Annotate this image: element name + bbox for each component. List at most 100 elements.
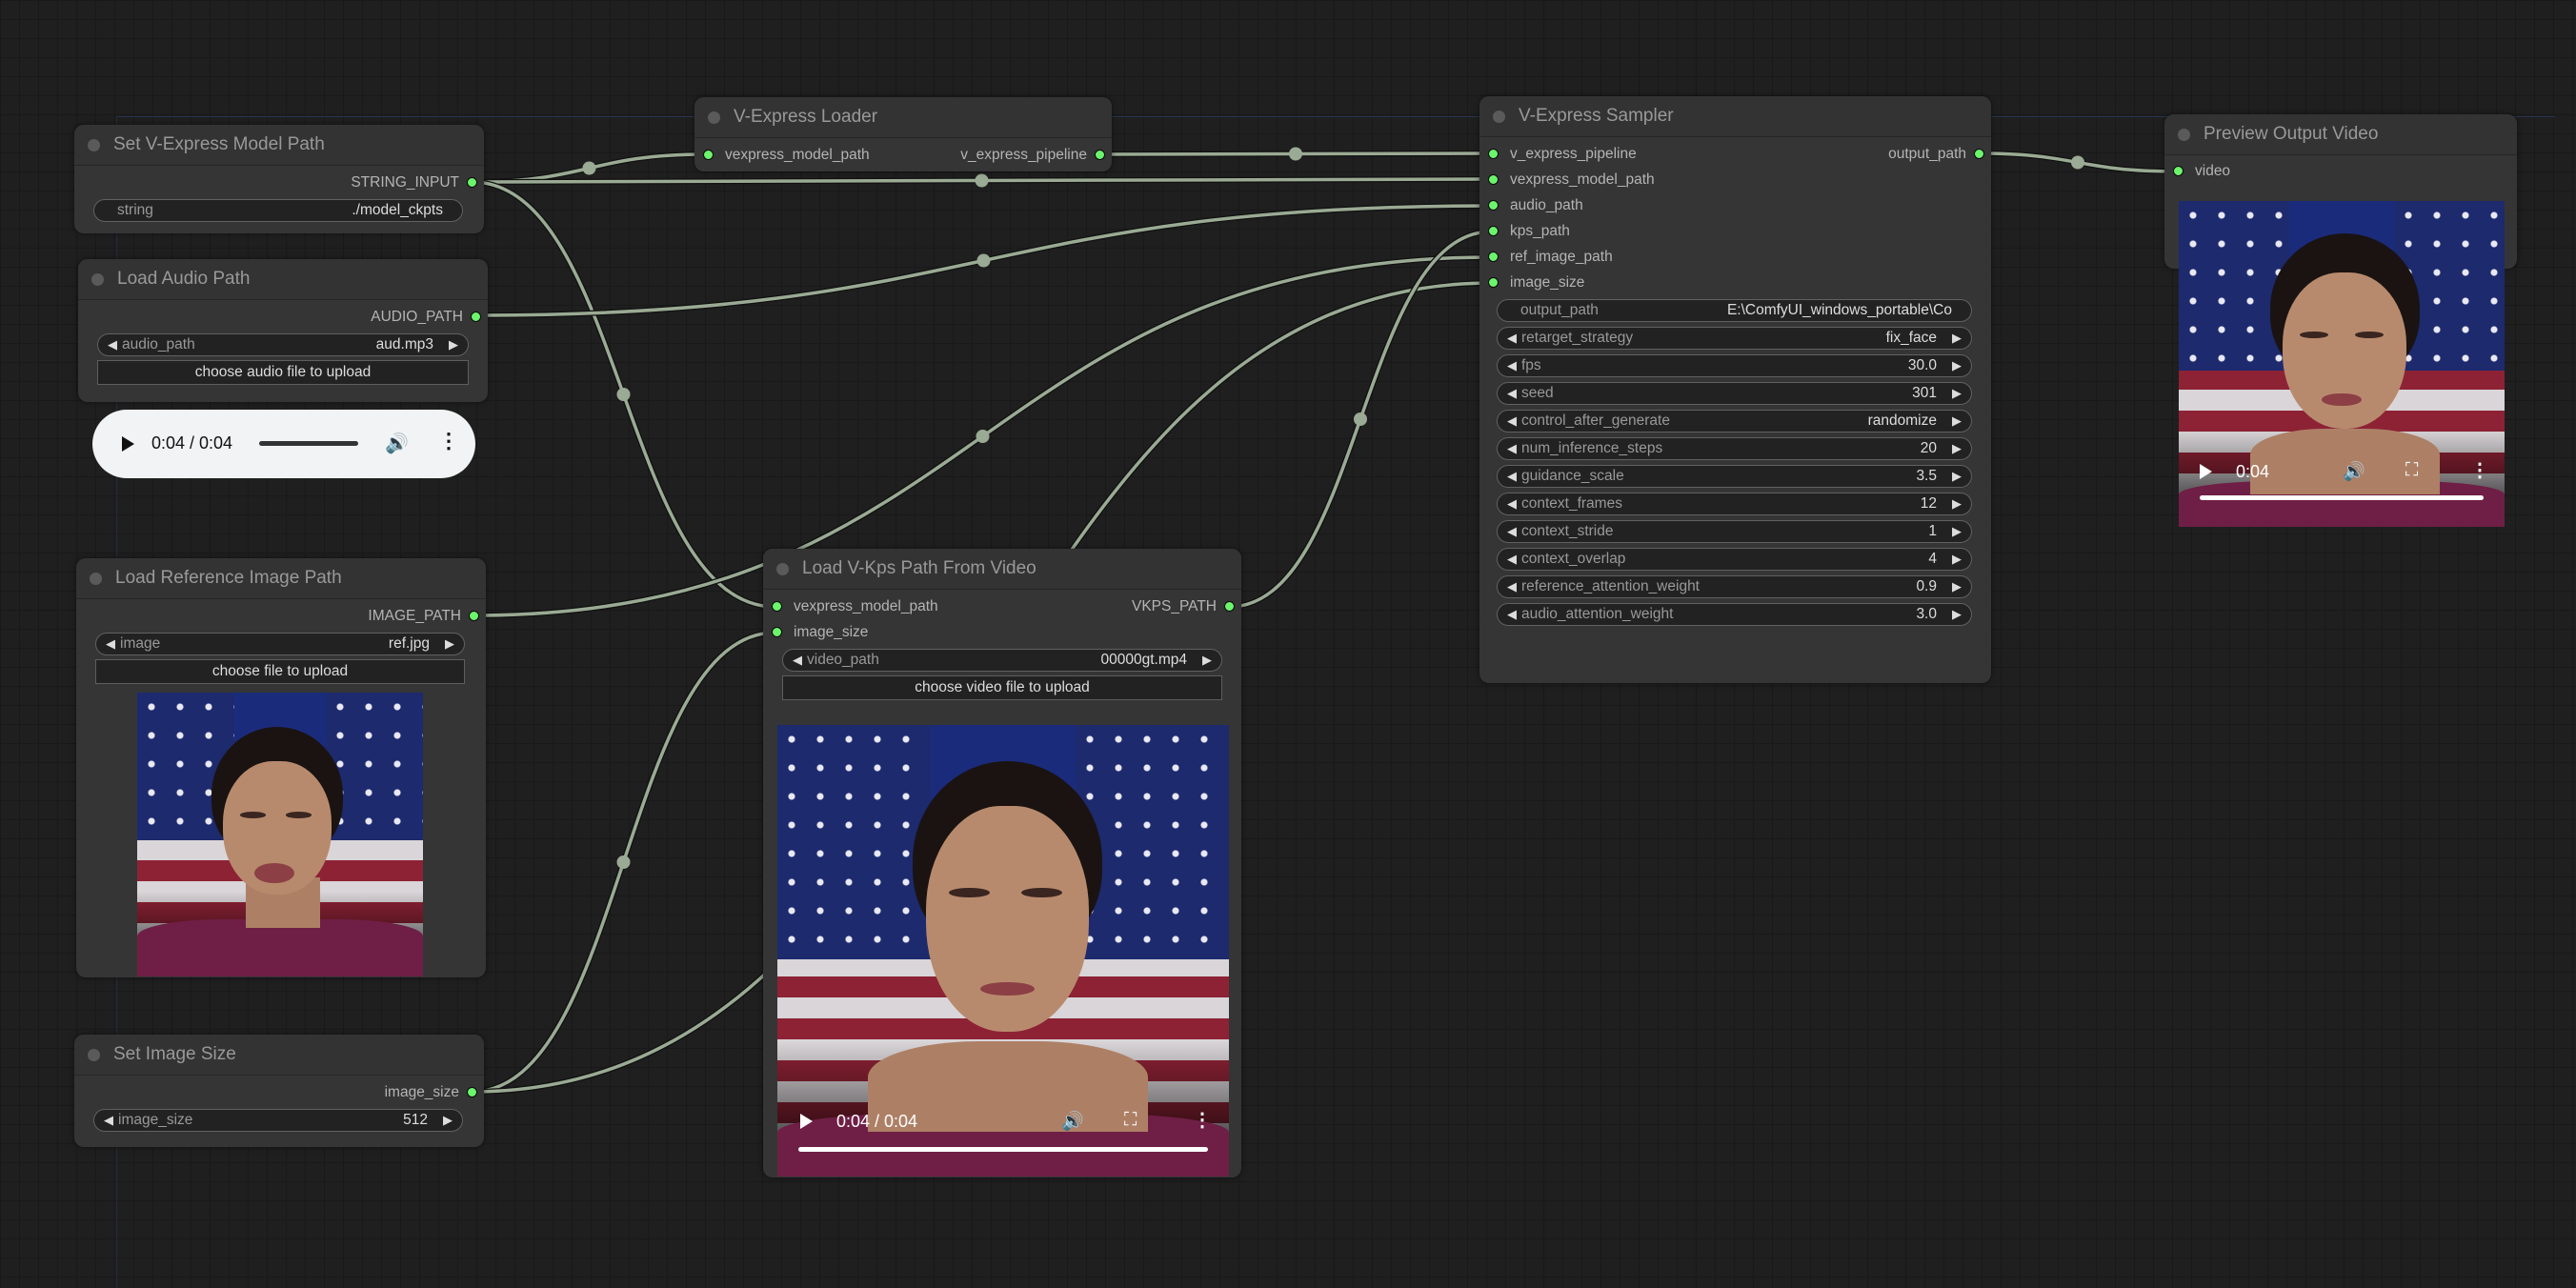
node-title-bar[interactable]: Load Reference Image Path xyxy=(76,558,486,599)
widget-context-stride[interactable]: ◀ context_stride 1 ▶ xyxy=(1497,520,1972,543)
arrow-right-icon[interactable]: ▶ xyxy=(1950,413,1963,429)
wire-model-path-to-loader[interactable] xyxy=(471,152,708,184)
video-path-combo[interactable]: ◀ video_path 00000gt.mp4 ▶ xyxy=(782,649,1222,672)
fullscreen-icon[interactable]: ⛶ xyxy=(1124,1110,1137,1131)
collapse-dot-icon[interactable] xyxy=(90,572,102,585)
arrow-left-icon[interactable]: ◀ xyxy=(1505,524,1519,539)
play-icon[interactable] xyxy=(2200,464,2212,479)
arrow-left-icon[interactable]: ◀ xyxy=(1505,496,1519,512)
widget-context-overlap[interactable]: ◀ context_overlap 4 ▶ xyxy=(1497,548,1972,571)
output-pin-output-path[interactable] xyxy=(1974,149,1984,159)
widget-num-inference-steps[interactable]: ◀ num_inference_steps 20 ▶ xyxy=(1497,437,1972,460)
volume-icon[interactable]: 🔊 xyxy=(2343,460,2365,483)
arrow-right-icon[interactable]: ▶ xyxy=(1950,358,1963,373)
input-pin-image-size[interactable] xyxy=(772,627,782,637)
collapse-dot-icon[interactable] xyxy=(1493,110,1505,123)
wire-audio-to-sampler[interactable] xyxy=(474,204,1493,317)
node-title-bar[interactable]: V-Express Loader xyxy=(694,97,1112,138)
node-set-image-size[interactable]: Set Image Size image_size ◀ image_size 5… xyxy=(74,1035,484,1147)
arrow-left-icon[interactable]: ◀ xyxy=(1505,552,1519,567)
string-text-widget[interactable]: string ./model_ckpts xyxy=(93,199,463,222)
input-pin-video[interactable] xyxy=(2173,166,2184,176)
widget-reference-attention-weight[interactable]: ◀ reference_attention_weight 0.9 ▶ xyxy=(1497,575,1972,598)
node-v-express-loader[interactable]: V-Express Loader vexpress_model_path v_e… xyxy=(694,97,1112,171)
widget-context-frames[interactable]: ◀ context_frames 12 ▶ xyxy=(1497,493,1972,515)
wire-image-size-to-kps-midpoint-dot[interactable] xyxy=(616,855,631,869)
more-options-icon[interactable]: ⋮ xyxy=(2470,458,2489,482)
node-title-bar[interactable]: Preview Output Video xyxy=(2164,114,2517,155)
play-icon[interactable] xyxy=(800,1114,813,1129)
wire-audio-to-sampler-midpoint-dot[interactable] xyxy=(976,253,991,268)
arrow-right-icon[interactable]: ▶ xyxy=(447,337,460,352)
arrow-left-icon[interactable]: ◀ xyxy=(1505,331,1519,346)
node-set-model-path[interactable]: Set V-Express Model Path STRING_INPUT st… xyxy=(74,125,484,233)
arrow-left-icon[interactable]: ◀ xyxy=(791,653,804,668)
arrow-right-icon[interactable]: ▶ xyxy=(1950,331,1963,346)
audio-path-combo[interactable]: ◀ audio_path aud.mp3 ▶ xyxy=(97,333,469,356)
input-pin-vexpress-model-path[interactable] xyxy=(772,601,782,612)
arrow-left-icon[interactable]: ◀ xyxy=(1505,579,1519,594)
node-load-audio-path[interactable]: Load Audio Path AUDIO_PATH ◀ audio_path … xyxy=(78,259,488,402)
arrow-left-icon[interactable]: ◀ xyxy=(1505,413,1519,429)
widget-fps[interactable]: ◀ fps 30.0 ▶ xyxy=(1497,354,1972,377)
output-pin-string-input[interactable] xyxy=(467,177,477,188)
collapse-dot-icon[interactable] xyxy=(776,562,789,575)
output-pin-vkps-path[interactable] xyxy=(1224,601,1235,612)
node-title-bar[interactable]: Load Audio Path xyxy=(78,259,488,300)
volume-icon[interactable]: 🔊 xyxy=(385,432,409,455)
wire-image-size-to-kps[interactable] xyxy=(471,631,776,1094)
wire-pipeline-to-sampler-midpoint-dot[interactable] xyxy=(1289,147,1302,161)
arrow-right-icon[interactable]: ▶ xyxy=(1950,441,1963,456)
arrow-left-icon[interactable]: ◀ xyxy=(1505,469,1519,484)
input-video-player[interactable]: 0:04 / 0:04 🔊 ⛶ ⋮ xyxy=(777,725,1229,1177)
more-options-icon[interactable]: ⋮ xyxy=(438,429,459,453)
video-seek-bar[interactable] xyxy=(798,1147,1208,1152)
image-combo[interactable]: ◀ image ref.jpg ▶ xyxy=(95,633,465,655)
node-title-bar[interactable]: Set V-Express Model Path xyxy=(74,125,484,166)
input-pin-vexpress-model-path[interactable] xyxy=(703,150,714,160)
image-size-number-widget[interactable]: ◀ image_size 512 ▶ xyxy=(93,1109,463,1132)
arrow-right-icon[interactable]: ▶ xyxy=(1950,579,1963,594)
wire-pipeline-to-sampler[interactable] xyxy=(1098,151,1493,156)
input-pin-audio-path[interactable] xyxy=(1488,200,1499,211)
arrow-right-icon[interactable]: ▶ xyxy=(441,1113,454,1128)
wire-model-path-to-kps[interactable] xyxy=(471,180,776,609)
fullscreen-icon[interactable]: ⛶ xyxy=(2405,460,2418,481)
play-icon[interactable] xyxy=(122,436,134,452)
input-pin-v-express-pipeline[interactable] xyxy=(1488,149,1499,159)
output-video-player[interactable]: 0:04 🔊 ⛶ ⋮ xyxy=(2179,201,2505,527)
wire-vkps-to-sampler[interactable] xyxy=(1228,230,1493,609)
collapse-dot-icon[interactable] xyxy=(88,1048,100,1061)
output-pin-image-size[interactable] xyxy=(467,1087,477,1097)
output-pin-audio-path[interactable] xyxy=(471,312,481,322)
widget-audio-attention-weight[interactable]: ◀ audio_attention_weight 3.0 ▶ xyxy=(1497,603,1972,626)
choose-video-upload-button[interactable]: choose video file to upload xyxy=(782,675,1222,700)
node-v-express-sampler[interactable]: V-Express Sampler v_express_pipeline out… xyxy=(1479,96,1991,683)
wire-ref-image-to-sampler-midpoint-dot[interactable] xyxy=(976,430,990,443)
volume-icon[interactable]: 🔊 xyxy=(1061,1110,1084,1133)
arrow-left-icon[interactable]: ◀ xyxy=(1505,441,1519,456)
collapse-dot-icon[interactable] xyxy=(88,138,100,151)
arrow-left-icon[interactable]: ◀ xyxy=(1505,607,1519,622)
arrow-right-icon[interactable]: ▶ xyxy=(1950,386,1963,401)
arrow-right-icon[interactable]: ▶ xyxy=(1950,469,1963,484)
wire-output-to-preview[interactable] xyxy=(1978,151,2178,173)
input-pin-ref-image-path[interactable] xyxy=(1488,252,1499,262)
collapse-dot-icon[interactable] xyxy=(2178,128,2190,141)
arrow-right-icon[interactable]: ▶ xyxy=(1950,552,1963,567)
output-pin-image-path[interactable] xyxy=(469,611,479,621)
arrow-left-icon[interactable]: ◀ xyxy=(102,1113,115,1128)
choose-file-upload-button[interactable]: choose file to upload xyxy=(95,659,465,684)
node-title-bar[interactable]: Set Image Size xyxy=(74,1035,484,1076)
output-pin-v-express-pipeline[interactable] xyxy=(1095,150,1105,160)
widget-retarget-strategy[interactable]: ◀ retarget_strategy fix_face ▶ xyxy=(1497,327,1972,350)
arrow-left-icon[interactable]: ◀ xyxy=(1505,386,1519,401)
audio-seek-bar[interactable] xyxy=(259,441,358,446)
wire-model-path-to-loader-midpoint-dot[interactable] xyxy=(582,161,596,175)
video-seek-bar[interactable] xyxy=(2200,495,2484,500)
widget-guidance-scale[interactable]: ◀ guidance_scale 3.5 ▶ xyxy=(1497,465,1972,488)
arrow-right-icon[interactable]: ▶ xyxy=(443,636,456,652)
arrow-left-icon[interactable]: ◀ xyxy=(1505,358,1519,373)
arrow-left-icon[interactable]: ◀ xyxy=(106,337,119,352)
collapse-dot-icon[interactable] xyxy=(708,111,720,124)
